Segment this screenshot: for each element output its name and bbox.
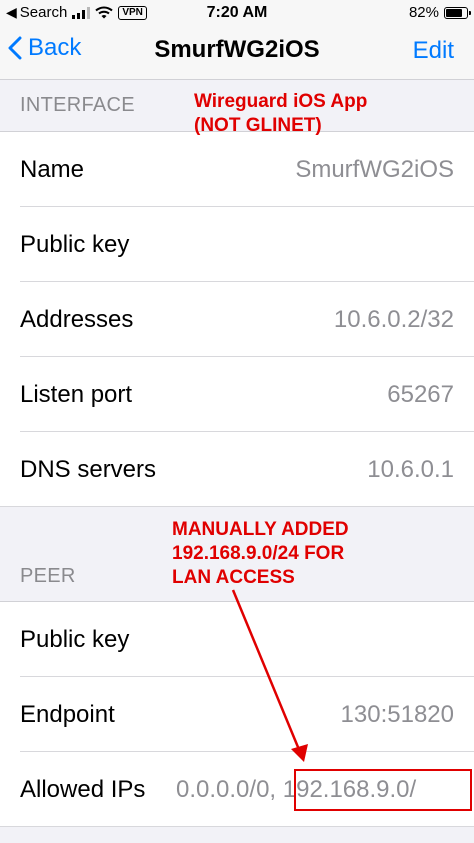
annotation-arrow-icon (231, 589, 308, 762)
allowed-ips-highlight-box (294, 769, 472, 811)
screen: ◀ Search VPN 7:20 AM 82% Back SmurfWG2iO… (0, 0, 474, 843)
